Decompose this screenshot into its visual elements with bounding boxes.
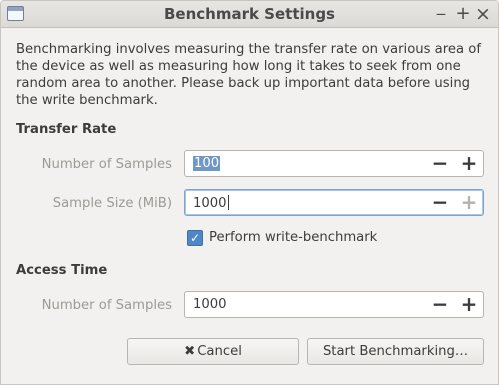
window-title: Benchmark Settings <box>163 5 335 23</box>
start-benchmarking-button[interactable]: Start Benchmarking… <box>307 338 484 365</box>
sample-size-increment-button[interactable]: + <box>455 190 483 215</box>
transfer-samples-text: 100 <box>193 156 221 171</box>
sample-size-decrement-button[interactable]: − <box>426 190 454 215</box>
sample-size-text: 1000 <box>193 196 227 211</box>
transfer-rate-heading: Transfer Rate <box>16 122 117 137</box>
transfer-samples-increment-button[interactable]: + <box>455 151 483 176</box>
write-benchmark-label[interactable]: Perform write-benchmark <box>209 230 377 245</box>
cancel-x-icon: ✖ <box>184 344 196 359</box>
access-samples-value[interactable]: 1000 <box>193 297 227 312</box>
transfer-samples-value[interactable]: 100 <box>193 156 221 171</box>
sample-size-spinner[interactable]: 1000 − + <box>184 189 484 216</box>
access-samples-label: Number of Samples <box>41 298 172 313</box>
transfer-samples-label: Number of Samples <box>41 157 172 172</box>
transfer-samples-spinner[interactable]: 100 − + <box>184 150 484 177</box>
minimize-icon[interactable]: ‒ <box>431 3 451 25</box>
cancel-button[interactable]: ✖ Cancel <box>127 338 299 365</box>
title-bar[interactable]: Benchmark Settings ‒ + × <box>1 1 498 28</box>
close-icon[interactable]: × <box>473 3 493 25</box>
access-time-heading: Access Time <box>16 263 108 278</box>
benchmark-settings-dialog: Benchmark Settings ‒ + × Benchmarking in… <box>0 0 499 385</box>
cancel-button-label: Cancel <box>197 344 242 359</box>
maximize-icon[interactable]: + <box>453 3 473 25</box>
access-samples-increment-button[interactable]: + <box>455 292 483 317</box>
sample-size-label: Sample Size (MiB) <box>52 196 172 211</box>
description-text: Benchmarking involves measuring the tran… <box>16 42 481 108</box>
text-caret <box>227 195 229 210</box>
write-benchmark-checkbox[interactable]: ✓ <box>187 230 203 246</box>
transfer-samples-decrement-button[interactable]: − <box>426 151 454 176</box>
access-samples-decrement-button[interactable]: − <box>426 292 454 317</box>
sample-size-value[interactable]: 1000 <box>193 195 229 211</box>
access-samples-spinner[interactable]: 1000 − + <box>184 291 484 318</box>
